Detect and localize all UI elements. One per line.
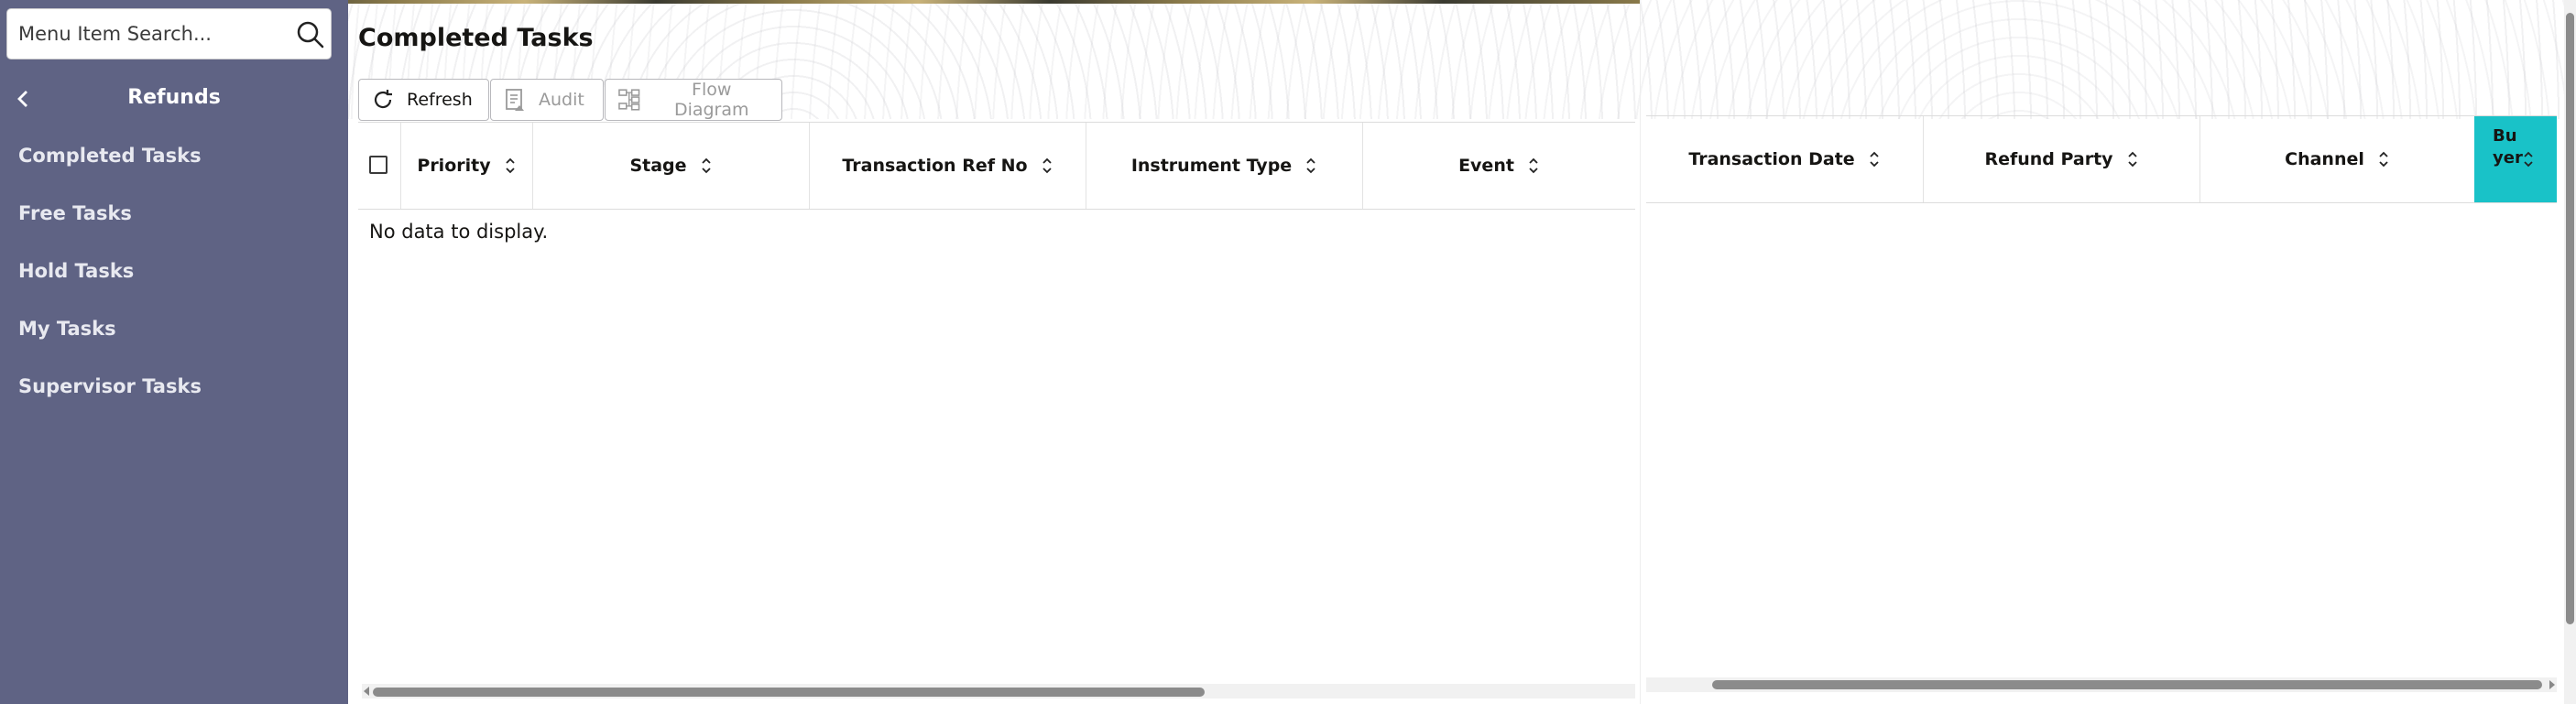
sort-icon[interactable] (700, 157, 713, 175)
search-icon[interactable] (296, 20, 325, 49)
column-label: Stage (629, 156, 687, 176)
sidebar-item-completed-tasks[interactable]: Completed Tasks (18, 145, 202, 167)
sidebar-item-hold-tasks[interactable]: Hold Tasks (18, 260, 134, 282)
flow-diagram-label: Flow Diagram (673, 80, 749, 120)
column-transaction-date[interactable]: Transaction Date (1646, 116, 1923, 202)
scrollbar-thumb[interactable] (1712, 680, 2542, 689)
sidebar-item-free-tasks[interactable]: Free Tasks (18, 202, 132, 224)
sidebar-section-title: Refunds (127, 86, 221, 109)
sidebar: Refunds Completed Tasks Free Tasks Hold … (0, 0, 348, 704)
column-refund-party[interactable]: Refund Party (1923, 116, 2199, 202)
column-label: Channel (2285, 149, 2364, 169)
column-label: Priority (417, 156, 491, 176)
sort-icon[interactable] (2377, 150, 2390, 168)
audit-button[interactable]: Audit (490, 79, 604, 121)
column-priority[interactable]: Priority (400, 123, 532, 209)
scroll-left-arrow-icon[interactable] (364, 687, 369, 696)
column-label: Buyer (2493, 126, 2523, 168)
sidebar-item-my-tasks[interactable]: My Tasks (18, 318, 116, 340)
flow-diagram-button[interactable]: Flow Diagram (605, 79, 782, 121)
column-transaction-ref-no[interactable]: Transaction Ref No (809, 123, 1086, 209)
horizontal-scrollbar-left[interactable] (362, 684, 1635, 699)
refresh-label: Refresh (407, 90, 473, 110)
audit-icon (506, 89, 524, 111)
column-label: Instrument Type (1130, 156, 1293, 176)
select-all-checkbox[interactable] (369, 156, 387, 174)
right-table-header: Transaction Date Refund Party Channel Bu… (1646, 115, 2557, 203)
column-event[interactable]: Event (1362, 123, 1635, 209)
scrollbar-thumb[interactable] (373, 688, 1205, 697)
sidebar-item-supervisor-tasks[interactable]: Supervisor Tasks (18, 375, 202, 397)
audit-label: Audit (539, 90, 584, 110)
horizontal-scrollbar-right[interactable] (1646, 677, 2557, 692)
flow-diagram-icon (618, 89, 640, 111)
refresh-button[interactable]: Refresh (358, 79, 489, 121)
panel-divider (1640, 0, 1641, 704)
empty-table-message: No data to display. (369, 221, 549, 243)
page-title: Completed Tasks (358, 24, 594, 52)
completed-tasks-table-header: Priority Stage Transaction Ref No Instru… (358, 122, 1635, 210)
sort-icon[interactable] (504, 157, 517, 175)
column-instrument-type[interactable]: Instrument Type (1086, 123, 1362, 209)
menu-search-box (6, 8, 332, 60)
menu-search-input[interactable] (18, 9, 284, 59)
scroll-right-arrow-icon[interactable] (2549, 680, 2555, 689)
column-label: Transaction Date (1688, 149, 1855, 169)
sort-icon[interactable] (2126, 150, 2139, 168)
sort-icon[interactable] (1041, 157, 1053, 175)
sort-icon[interactable] (1868, 150, 1881, 168)
sort-icon[interactable] (1304, 157, 1317, 175)
scrollbar-thumb[interactable] (2566, 13, 2574, 624)
column-buyer[interactable]: Buyer (2474, 116, 2557, 202)
vertical-scrollbar[interactable] (2564, 0, 2576, 704)
sort-icon[interactable] (2522, 150, 2535, 168)
column-label: Event (1458, 156, 1514, 176)
column-label: Refund Party (1984, 149, 2113, 169)
back-navigation[interactable]: Refunds (0, 79, 348, 119)
column-channel[interactable]: Channel (2199, 116, 2474, 202)
column-stage[interactable]: Stage (532, 123, 809, 209)
sort-icon[interactable] (1527, 157, 1540, 175)
refresh-icon (374, 90, 392, 109)
column-label: Transaction Ref No (842, 156, 1028, 176)
